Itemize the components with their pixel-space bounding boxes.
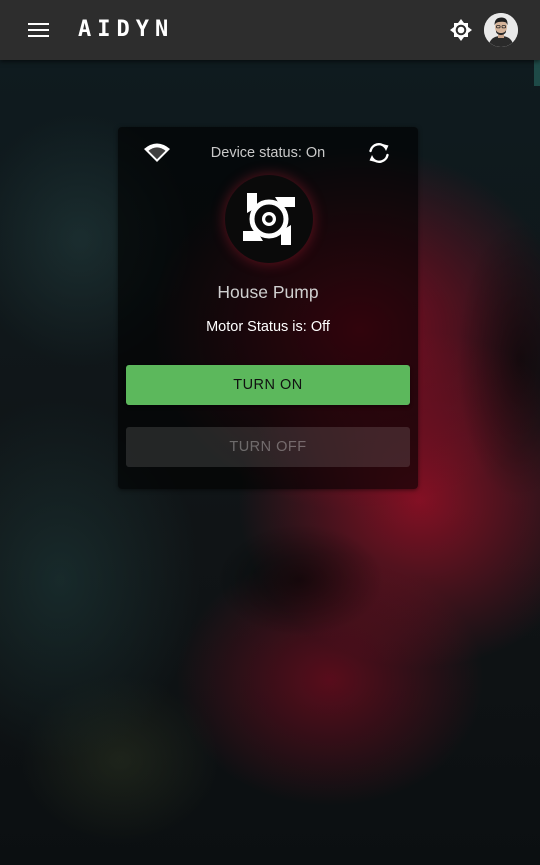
app-bar: AIDYN bbox=[0, 0, 540, 60]
menu-icon[interactable] bbox=[28, 21, 50, 39]
user-avatar[interactable] bbox=[484, 13, 518, 47]
scroll-edge bbox=[534, 60, 540, 86]
turn-off-button[interactable]: TURN OFF bbox=[126, 427, 410, 467]
device-name: House Pump bbox=[217, 282, 319, 302]
device-card: Device status: On House Pump Motor Statu… bbox=[118, 127, 418, 489]
brightness-icon[interactable] bbox=[449, 18, 473, 42]
sync-icon[interactable] bbox=[366, 141, 392, 165]
app-brand: AIDYN bbox=[78, 17, 175, 42]
motor-status: Motor Status is: Off bbox=[206, 319, 330, 335]
turn-on-button[interactable]: TURN ON bbox=[126, 365, 410, 405]
device-logo bbox=[225, 175, 313, 263]
